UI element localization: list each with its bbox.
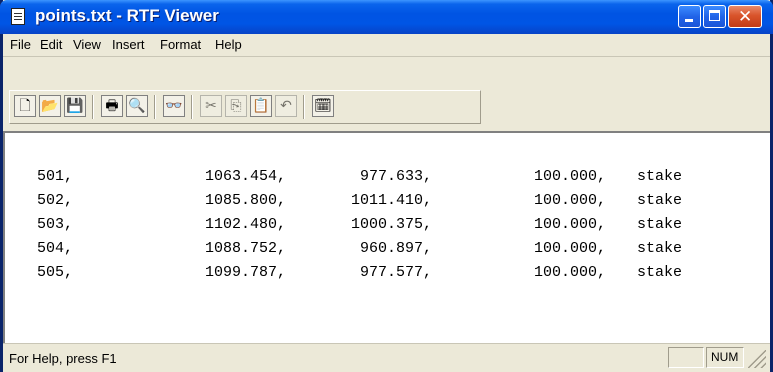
field-z: 100.000, — [533, 264, 606, 281]
status-panel-blank — [668, 347, 704, 368]
insert-datetime-button[interactable]: 🗓 — [312, 95, 334, 117]
minimize-icon — [685, 19, 693, 22]
field-z: 100.000, — [533, 192, 606, 209]
num-lock-indicator: NUM — [706, 347, 744, 368]
open-folder-icon: 📂 — [41, 98, 59, 114]
field-x: 1085.800, — [204, 192, 286, 209]
cut-scissors-icon: ✂ — [205, 98, 217, 114]
paste-button[interactable]: 📋 — [250, 95, 272, 117]
new-document-icon: 🗋 — [19, 98, 31, 114]
text-line: 501, 1063.454, 977.633, 100.000, stake — [5, 168, 772, 192]
toolbar-separator — [191, 95, 193, 119]
print-button[interactable]: 🖶 — [101, 95, 123, 117]
copy-button[interactable]: ⎘ — [225, 95, 247, 117]
title-bar[interactable]: points.txt - RTF Viewer ✕ — [0, 0, 773, 34]
field-y: 1011.410, — [350, 192, 432, 209]
find-binoculars-icon: 👓 — [165, 98, 183, 114]
field-y: 1000.375, — [350, 216, 432, 233]
menu-format[interactable]: Format — [160, 37, 201, 52]
menu-edit[interactable]: Edit — [40, 37, 62, 52]
field-x: 1099.787, — [204, 264, 286, 281]
copy-icon: ⎘ — [230, 98, 242, 114]
menu-file[interactable]: File — [10, 37, 31, 52]
maximize-button[interactable] — [703, 5, 726, 28]
field-y: 960.897, — [359, 240, 432, 257]
toolbar-separator — [303, 95, 305, 119]
close-icon: ✕ — [738, 7, 753, 27]
save-disk-icon: 💾 — [66, 98, 84, 114]
toolbar: 🗋 📂 💾 🖶 🔍 👓 ✂ ⎘ 📋 ↶ 🗓 — [3, 57, 770, 129]
save-button[interactable]: 💾 — [64, 95, 86, 117]
field-z: 100.000, — [533, 240, 606, 257]
text-line: 503, 1102.480, 1000.375, 100.000, stake — [5, 216, 772, 240]
open-button[interactable]: 📂 — [39, 95, 61, 117]
field-id: 505, — [37, 264, 74, 281]
field-id: 501, — [37, 168, 74, 185]
standard-toolbar: 🗋 📂 💾 🖶 🔍 👓 ✂ ⎘ 📋 ↶ 🗓 — [9, 90, 481, 124]
field-id: 504, — [37, 240, 74, 257]
document-icon — [11, 8, 25, 25]
window-title: points.txt - RTF Viewer — [35, 6, 219, 25]
field-z: 100.000, — [533, 216, 606, 233]
menu-help[interactable]: Help — [215, 37, 242, 52]
undo-icon: ↶ — [280, 98, 292, 114]
field-id: 503, — [37, 216, 74, 233]
maximize-icon — [709, 10, 720, 21]
minimize-button[interactable] — [678, 5, 701, 28]
toolbar-separator — [154, 95, 156, 119]
resize-grip-icon[interactable] — [748, 350, 766, 368]
field-y: 977.577, — [359, 264, 432, 281]
field-desc: stake — [637, 240, 683, 257]
field-id: 502, — [37, 192, 74, 209]
print-icon: 🖶 — [105, 98, 119, 114]
text-line: 505, 1099.787, 977.577, 100.000, stake — [5, 264, 772, 288]
field-desc: stake — [637, 192, 683, 209]
field-desc: stake — [637, 264, 683, 281]
text-line: 504, 1088.752, 960.897, 100.000, stake — [5, 240, 772, 264]
menu-bar: File Edit View Insert Format Help — [3, 34, 770, 57]
insert-datetime-icon: 🗓 — [314, 98, 332, 114]
field-x: 1063.454, — [204, 168, 286, 185]
undo-button[interactable]: ↶ — [275, 95, 297, 117]
menu-view[interactable]: View — [73, 37, 101, 52]
find-button[interactable]: 👓 — [163, 95, 185, 117]
document-text-area[interactable]: 501, 1063.454, 977.633, 100.000, stake 502, 10… — [3, 131, 770, 343]
field-desc: stake — [637, 216, 683, 233]
print-preview-icon: 🔍 — [128, 98, 146, 114]
rtf-viewer-window: points.txt - RTF Viewer ✕ File Edit View… — [0, 0, 773, 372]
paste-clipboard-icon: 📋 — [252, 98, 270, 114]
new-button[interactable]: 🗋 — [14, 95, 36, 117]
menu-insert[interactable]: Insert — [112, 37, 145, 52]
cut-button[interactable]: ✂ — [200, 95, 222, 117]
status-help-text: For Help, press F1 — [9, 351, 117, 366]
print-preview-button[interactable]: 🔍 — [126, 95, 148, 117]
text-line: 502, 1085.800, 1011.410, 100.000, stake — [5, 192, 772, 216]
field-x: 1102.480, — [204, 216, 286, 233]
toolbar-separator — [92, 95, 94, 119]
close-button[interactable]: ✕ — [728, 5, 762, 28]
field-x: 1088.752, — [204, 240, 286, 257]
field-z: 100.000, — [533, 168, 606, 185]
status-bar: For Help, press F1 NUM — [3, 343, 770, 372]
field-desc: stake — [637, 168, 683, 185]
field-y: 977.633, — [359, 168, 432, 185]
